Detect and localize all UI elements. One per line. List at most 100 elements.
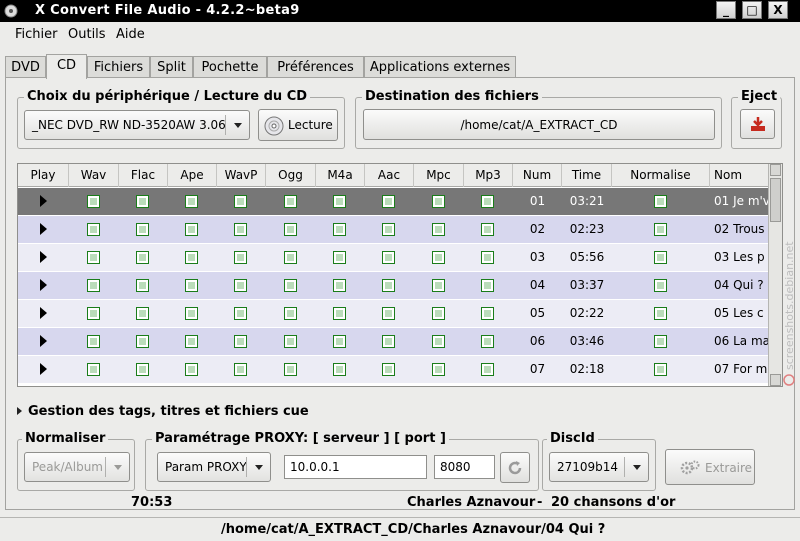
format-checkbox[interactable] bbox=[185, 363, 198, 376]
format-checkbox[interactable] bbox=[333, 195, 346, 208]
normalise-checkbox[interactable] bbox=[654, 279, 667, 292]
format-checkbox[interactable] bbox=[481, 195, 494, 208]
format-checkbox[interactable] bbox=[136, 363, 149, 376]
normalise-checkbox[interactable] bbox=[654, 307, 667, 320]
table-row[interactable]: 06 03:46 06 La ma bbox=[18, 328, 768, 355]
track-name[interactable]: 07 For m bbox=[710, 356, 768, 383]
format-checkbox[interactable] bbox=[234, 223, 247, 236]
format-checkbox[interactable] bbox=[234, 335, 247, 348]
format-checkbox[interactable] bbox=[333, 223, 346, 236]
format-checkbox[interactable] bbox=[87, 335, 100, 348]
format-checkbox[interactable] bbox=[481, 363, 494, 376]
normalise-checkbox[interactable] bbox=[654, 251, 667, 264]
format-checkbox[interactable] bbox=[185, 251, 198, 264]
column-flac[interactable]: Flac bbox=[119, 164, 168, 187]
format-checkbox[interactable] bbox=[185, 279, 198, 292]
column-m4a[interactable]: M4a bbox=[316, 164, 365, 187]
format-checkbox[interactable] bbox=[432, 307, 445, 320]
table-row[interactable]: 05 02:22 05 Les c bbox=[18, 300, 768, 327]
play-icon[interactable] bbox=[40, 195, 47, 207]
format-checkbox[interactable] bbox=[136, 223, 149, 236]
close-button[interactable]: X bbox=[768, 1, 788, 19]
format-checkbox[interactable] bbox=[382, 223, 395, 236]
format-checkbox[interactable] bbox=[333, 279, 346, 292]
format-checkbox[interactable] bbox=[136, 279, 149, 292]
tab-pochette[interactable]: Pochette bbox=[193, 56, 267, 78]
discid-select[interactable]: 27109b14 bbox=[549, 452, 649, 482]
proxy-port-input[interactable]: 8080 bbox=[434, 455, 495, 479]
maximize-button[interactable]: □ bbox=[742, 1, 762, 19]
format-checkbox[interactable] bbox=[382, 335, 395, 348]
tab-fichiers[interactable]: Fichiers bbox=[87, 56, 150, 78]
format-checkbox[interactable] bbox=[87, 279, 100, 292]
scrollbar-thumb[interactable] bbox=[770, 178, 781, 222]
format-checkbox[interactable] bbox=[432, 335, 445, 348]
format-checkbox[interactable] bbox=[284, 335, 297, 348]
tab-applications-externes[interactable]: Applications externes bbox=[364, 56, 516, 78]
format-checkbox[interactable] bbox=[87, 251, 100, 264]
play-icon[interactable] bbox=[40, 223, 47, 235]
format-checkbox[interactable] bbox=[185, 307, 198, 320]
format-checkbox[interactable] bbox=[284, 307, 297, 320]
normalise-checkbox[interactable] bbox=[654, 335, 667, 348]
tab-cd[interactable]: CD bbox=[46, 54, 87, 79]
column-mpc[interactable]: Mpc bbox=[414, 164, 464, 187]
track-name[interactable]: 04 Qui ? bbox=[710, 272, 768, 299]
destination-folder-button[interactable]: /home/cat/A_EXTRACT_CD bbox=[363, 109, 715, 140]
table-row[interactable]: 03 05:56 03 Les p bbox=[18, 244, 768, 271]
format-checkbox[interactable] bbox=[136, 251, 149, 264]
table-row[interactable]: 02 02:23 02 Trous bbox=[18, 216, 768, 243]
device-select[interactable]: _NEC DVD_RW ND-3520AW 3.06 bbox=[24, 110, 250, 140]
menu-fichier[interactable]: Fichier bbox=[15, 27, 58, 42]
table-row[interactable]: 07 02:18 07 For m bbox=[18, 356, 768, 383]
format-checkbox[interactable] bbox=[87, 195, 100, 208]
play-icon[interactable] bbox=[40, 307, 47, 319]
eject-button[interactable] bbox=[740, 109, 775, 139]
format-checkbox[interactable] bbox=[481, 279, 494, 292]
track-name[interactable]: 05 Les c bbox=[710, 300, 768, 327]
track-name[interactable]: 02 Trous bbox=[710, 216, 768, 243]
tags-expander[interactable]: Gestion des tags, titres et fichiers cue bbox=[17, 404, 417, 420]
format-checkbox[interactable] bbox=[185, 195, 198, 208]
format-checkbox[interactable] bbox=[234, 195, 247, 208]
format-checkbox[interactable] bbox=[481, 307, 494, 320]
extract-button[interactable]: Extraire bbox=[665, 449, 755, 485]
proxy-server-input[interactable]: 10.0.0.1 bbox=[284, 455, 427, 479]
column-normalise[interactable]: Normalise bbox=[612, 164, 710, 187]
table-row[interactable]: 01 03:21 01 Je m'v bbox=[18, 188, 768, 215]
column-wav[interactable]: Wav bbox=[69, 164, 119, 187]
tab-dvd[interactable]: DVD bbox=[5, 56, 46, 78]
format-checkbox[interactable] bbox=[234, 363, 247, 376]
track-name[interactable]: 03 Les p bbox=[710, 244, 768, 271]
column-mp3[interactable]: Mp3 bbox=[464, 164, 513, 187]
format-checkbox[interactable] bbox=[136, 335, 149, 348]
column-aac[interactable]: Aac bbox=[365, 164, 414, 187]
format-checkbox[interactable] bbox=[185, 335, 198, 348]
format-checkbox[interactable] bbox=[234, 251, 247, 264]
format-checkbox[interactable] bbox=[432, 195, 445, 208]
play-icon[interactable] bbox=[40, 363, 47, 375]
read-button[interactable]: Lecture bbox=[258, 109, 338, 141]
format-checkbox[interactable] bbox=[382, 307, 395, 320]
format-checkbox[interactable] bbox=[481, 223, 494, 236]
menu-outils[interactable]: Outils bbox=[68, 27, 106, 42]
format-checkbox[interactable] bbox=[382, 195, 395, 208]
minimize-button[interactable]: _ bbox=[716, 1, 736, 19]
format-checkbox[interactable] bbox=[432, 363, 445, 376]
format-checkbox[interactable] bbox=[382, 251, 395, 264]
play-icon[interactable] bbox=[40, 251, 47, 263]
column-time[interactable]: Time bbox=[562, 164, 612, 187]
normalise-checkbox[interactable] bbox=[654, 195, 667, 208]
column-num[interactable]: Num bbox=[513, 164, 562, 187]
format-checkbox[interactable] bbox=[136, 307, 149, 320]
tab-preferences[interactable]: Préférences bbox=[267, 56, 364, 78]
format-checkbox[interactable] bbox=[333, 335, 346, 348]
normalise-checkbox[interactable] bbox=[654, 223, 667, 236]
track-name[interactable]: 01 Je m'v bbox=[710, 188, 768, 215]
normalise-checkbox[interactable] bbox=[654, 363, 667, 376]
format-checkbox[interactable] bbox=[185, 223, 198, 236]
format-checkbox[interactable] bbox=[382, 279, 395, 292]
format-checkbox[interactable] bbox=[333, 251, 346, 264]
proxy-select[interactable]: Param PROXY bbox=[157, 452, 271, 482]
column-wavp[interactable]: WavP bbox=[217, 164, 266, 187]
